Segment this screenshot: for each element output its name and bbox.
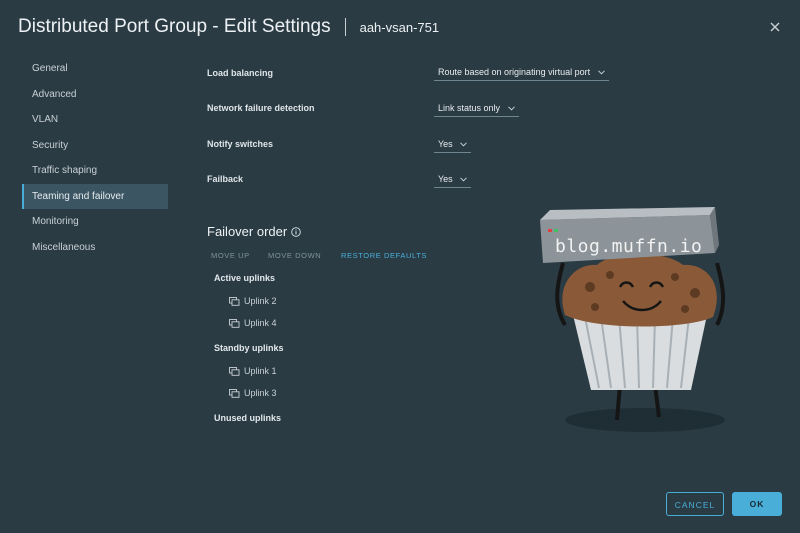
dialog-title: Distributed Port Group - Edit Settings xyxy=(18,16,331,37)
notify-switches-select[interactable]: Yes xyxy=(434,139,472,153)
uplink-item[interactable]: Uplink 2 xyxy=(229,296,277,306)
restore-defaults-button[interactable]: RESTORE DEFAULTS xyxy=(341,251,427,260)
move-down-button[interactable]: MOVE DOWN xyxy=(268,251,321,260)
info-icon[interactable] xyxy=(291,226,301,237)
dialog-subtitle: aah-vsan-751 xyxy=(359,19,440,35)
move-up-button[interactable]: MOVE UP xyxy=(211,251,250,260)
failback-label: Failback xyxy=(207,174,244,184)
failback-select[interactable]: Yes xyxy=(434,174,472,188)
unused-uplinks-label: Unused uplinks xyxy=(214,413,282,423)
uplink-icon xyxy=(229,366,240,376)
load-balancing-label: Load balancing xyxy=(207,68,274,78)
edit-settings-dialog: Distributed Port Group - Edit Settings a… xyxy=(0,0,800,533)
failover-order-heading: Failover order xyxy=(207,224,301,239)
load-balancing-value: Route based on originating virtual port xyxy=(438,67,591,77)
watermark-text: blog.muffn.io xyxy=(555,236,703,257)
network-failure-value: Link status only xyxy=(438,103,501,113)
settings-nav: General Advanced VLAN Security Traffic s… xyxy=(22,56,168,260)
uplink-item[interactable]: Uplink 3 xyxy=(229,388,277,398)
load-balancing-select[interactable]: Route based on originating virtual port xyxy=(434,67,609,81)
notify-switches-label: Notify switches xyxy=(207,139,274,149)
cancel-button[interactable]: CANCEL xyxy=(666,492,724,516)
title-divider xyxy=(344,18,346,36)
failover-order-title: Failover order xyxy=(207,224,288,239)
dialog-header: Distributed Port Group - Edit Settings a… xyxy=(18,14,439,40)
uplink-icon xyxy=(229,388,240,398)
uplink-item[interactable]: Uplink 1 xyxy=(229,366,277,376)
uplink-label: Uplink 1 xyxy=(244,366,277,376)
chevron-down-icon xyxy=(507,106,515,111)
nav-item-monitoring[interactable]: Monitoring xyxy=(22,209,168,235)
uplink-label: Uplink 4 xyxy=(244,318,277,328)
network-failure-select[interactable]: Link status only xyxy=(434,103,519,117)
nav-item-vlan[interactable]: VLAN xyxy=(22,107,168,133)
uplink-label: Uplink 3 xyxy=(244,388,277,398)
standby-uplinks-label: Standby uplinks xyxy=(214,343,284,353)
chevron-down-icon xyxy=(460,177,468,182)
chevron-down-icon xyxy=(597,70,605,75)
uplink-label: Uplink 2 xyxy=(244,296,277,306)
chevron-down-icon xyxy=(460,142,468,147)
nav-item-general[interactable]: General xyxy=(22,56,168,82)
close-icon[interactable] xyxy=(768,20,782,34)
nav-item-traffic-shaping[interactable]: Traffic shaping xyxy=(22,158,168,184)
nav-item-security[interactable]: Security xyxy=(22,133,168,159)
failback-value: Yes xyxy=(438,174,453,184)
uplink-item[interactable]: Uplink 4 xyxy=(229,318,277,328)
ok-button[interactable]: OK xyxy=(732,492,782,516)
nav-item-advanced[interactable]: Advanced xyxy=(22,82,168,108)
nav-item-teaming-and-failover[interactable]: Teaming and failover xyxy=(22,183,168,209)
nav-item-miscellaneous[interactable]: Miscellaneous xyxy=(22,235,168,261)
notify-switches-value: Yes xyxy=(438,139,453,149)
network-failure-label: Network failure detection xyxy=(207,103,315,113)
uplink-icon xyxy=(229,296,240,306)
uplink-icon xyxy=(229,318,240,328)
active-uplinks-label: Active uplinks xyxy=(214,273,276,283)
